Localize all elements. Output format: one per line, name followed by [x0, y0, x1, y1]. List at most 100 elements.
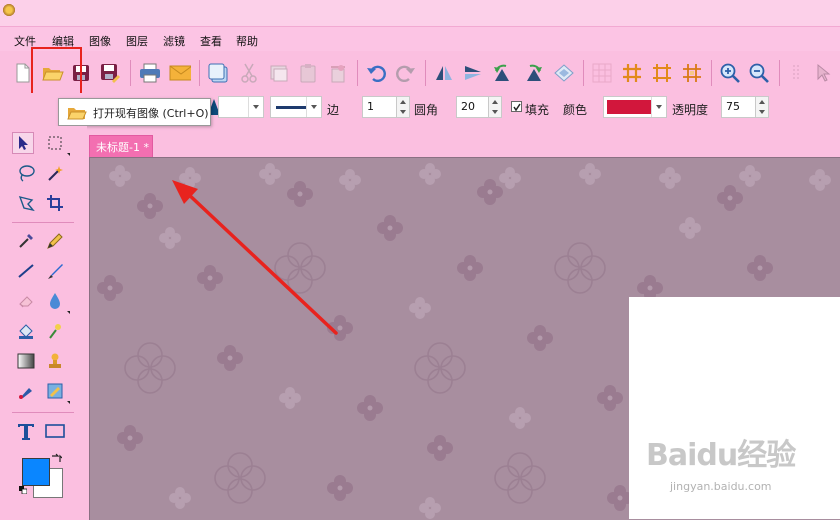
split-grid-icon [683, 64, 701, 82]
stamp-tool[interactable] [44, 350, 66, 372]
chevron-down-icon [306, 97, 321, 117]
rotate-right-button[interactable] [522, 62, 544, 84]
color-replace-tool[interactable] [44, 320, 66, 342]
toolbar-separator [779, 60, 780, 86]
menu-filter[interactable]: 滤镜 [163, 33, 185, 49]
brush-icon [48, 264, 63, 279]
redo-icon [396, 65, 415, 82]
fill-checkbox[interactable] [511, 101, 522, 112]
toolbar-separator [357, 60, 358, 86]
toolbar-separator [583, 60, 584, 86]
print-button[interactable] [139, 62, 161, 84]
border-width-input[interactable]: 1 [362, 96, 410, 118]
rectangle-icon [45, 424, 65, 438]
text-tool[interactable] [15, 420, 37, 442]
menu-view[interactable]: 查看 [200, 33, 222, 49]
rect-select-tool[interactable] [44, 132, 66, 154]
magic-wand-tool[interactable] [44, 162, 66, 184]
eraser-tool[interactable] [15, 290, 37, 312]
document-tab[interactable]: 未标题-1 * [89, 135, 153, 157]
watermark-logo-text: Baidu经验 [646, 438, 796, 473]
slice-grid-button[interactable] [621, 62, 643, 84]
border-width-stepper[interactable] [396, 97, 409, 117]
crop-icon [47, 195, 63, 211]
opacity-input[interactable]: 75 [721, 96, 769, 118]
color-adjust-tool[interactable] [44, 380, 66, 402]
menu-image[interactable]: 图像 [89, 33, 111, 49]
rectangle-tool[interactable] [44, 420, 66, 442]
new-file-icon [16, 63, 30, 83]
save-as-icon [101, 64, 120, 83]
menu-help[interactable]: 帮助 [236, 33, 258, 49]
foreground-color-front[interactable] [22, 458, 50, 486]
gradient-tool[interactable] [15, 350, 37, 372]
crop-tool[interactable] [44, 192, 66, 214]
line-style-dropdown[interactable] [270, 96, 322, 118]
paint-bucket-icon [19, 324, 33, 339]
eyedropper-tool[interactable] [15, 230, 37, 252]
toolbox-separator [12, 412, 74, 413]
polygon-lasso-tool[interactable] [15, 192, 37, 214]
delete-button[interactable] [327, 62, 349, 84]
brush-tool[interactable] [44, 260, 66, 282]
copy-button[interactable] [268, 62, 290, 84]
toolbar-separator [425, 60, 426, 86]
shape-style-dropdown[interactable] [218, 96, 264, 118]
paste-button[interactable] [297, 62, 319, 84]
frame-grid-icon [653, 64, 671, 82]
reset-colors-icon [19, 486, 27, 494]
layer-copy-icon [208, 63, 228, 83]
grip-icon [793, 65, 799, 81]
flip-horizontal-button[interactable] [433, 62, 455, 84]
app-icon [2, 3, 16, 17]
hash-grid-icon [623, 64, 641, 82]
toolbar-separator [199, 60, 200, 86]
chevron-down-icon [651, 97, 666, 117]
copy-icon [270, 65, 288, 82]
border-width-value: 1 [367, 100, 374, 113]
line-tool[interactable] [15, 260, 37, 282]
flip-vertical-button[interactable] [462, 62, 484, 84]
resize-image-button[interactable] [553, 62, 575, 84]
rotate-right-icon [527, 64, 542, 81]
tooltip-text: 打开现有图像 (Ctrl+O) [93, 107, 209, 120]
smudge-tool[interactable] [15, 380, 37, 402]
corner-radius-input[interactable]: 20 [456, 96, 502, 118]
fill-label: 填充 [525, 103, 550, 117]
save-as-button[interactable] [99, 62, 121, 84]
grid-button[interactable] [591, 62, 613, 84]
blur-tool[interactable] [44, 290, 66, 312]
corner-radius-stepper[interactable] [488, 97, 501, 117]
pencil-tool[interactable] [44, 230, 66, 252]
opacity-stepper[interactable] [755, 97, 768, 117]
color-label: 颜色 [563, 103, 588, 117]
eraser-delete-icon [331, 65, 345, 83]
menu-layer[interactable]: 图层 [126, 33, 148, 49]
lasso-tool[interactable] [15, 162, 37, 184]
copy-layer-button[interactable] [207, 62, 229, 84]
cut-button[interactable] [238, 62, 260, 84]
rotate-left-button[interactable] [492, 62, 514, 84]
checkmark-icon [513, 103, 521, 112]
zoom-in-button[interactable] [719, 62, 741, 84]
menu-bar: 文件 编辑 图像 图层 滤镜 查看 帮助 [0, 27, 840, 51]
clipboard-icon [300, 64, 316, 83]
zoom-out-button[interactable] [748, 62, 770, 84]
redo-button[interactable] [395, 62, 417, 84]
fill-color-dropdown[interactable] [603, 96, 667, 118]
more-tools-button[interactable] [787, 62, 809, 84]
pointer-mode-button[interactable] [812, 62, 834, 84]
tool-expand-icon [67, 401, 70, 404]
fill-color-swatch [607, 100, 651, 114]
undo-button[interactable] [365, 62, 387, 84]
email-button[interactable] [169, 62, 191, 84]
move-tool[interactable] [12, 132, 34, 154]
crop-grid-button[interactable] [651, 62, 673, 84]
open-button-highlight [31, 47, 82, 97]
pencil-icon [47, 233, 63, 249]
polygon-lasso-icon [18, 196, 35, 212]
split-grid-button[interactable] [681, 62, 703, 84]
fill-bucket-tool[interactable] [15, 320, 37, 342]
chevron-down-icon [248, 97, 263, 117]
flip-vertical-icon [465, 66, 481, 80]
